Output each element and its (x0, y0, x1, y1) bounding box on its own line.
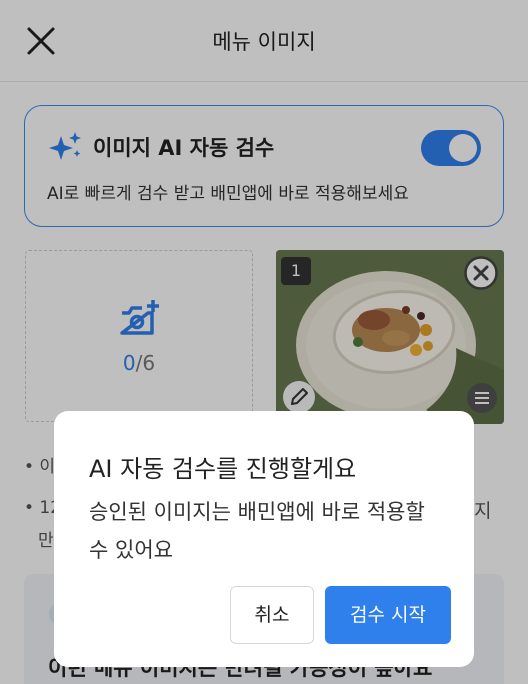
confirm-dialog: AI 자동 검수를 진행할게요 승인된 이미지는 배민앱에 바로 적용할 수 있… (54, 411, 474, 667)
cancel-button[interactable]: 취소 (230, 586, 314, 644)
dialog-message: 승인된 이미지는 배민앱에 바로 적용할 수 있어요 (89, 500, 425, 562)
menu-image-page: 메뉴 이미지 이미지 AI 자동 검수 AI로 빠르게 검수 받고 배민앱에 바… (0, 0, 528, 684)
dialog-title: AI 자동 검수를 진행할게요 (89, 455, 357, 483)
start-review-button[interactable]: 검수 시작 (325, 586, 451, 644)
